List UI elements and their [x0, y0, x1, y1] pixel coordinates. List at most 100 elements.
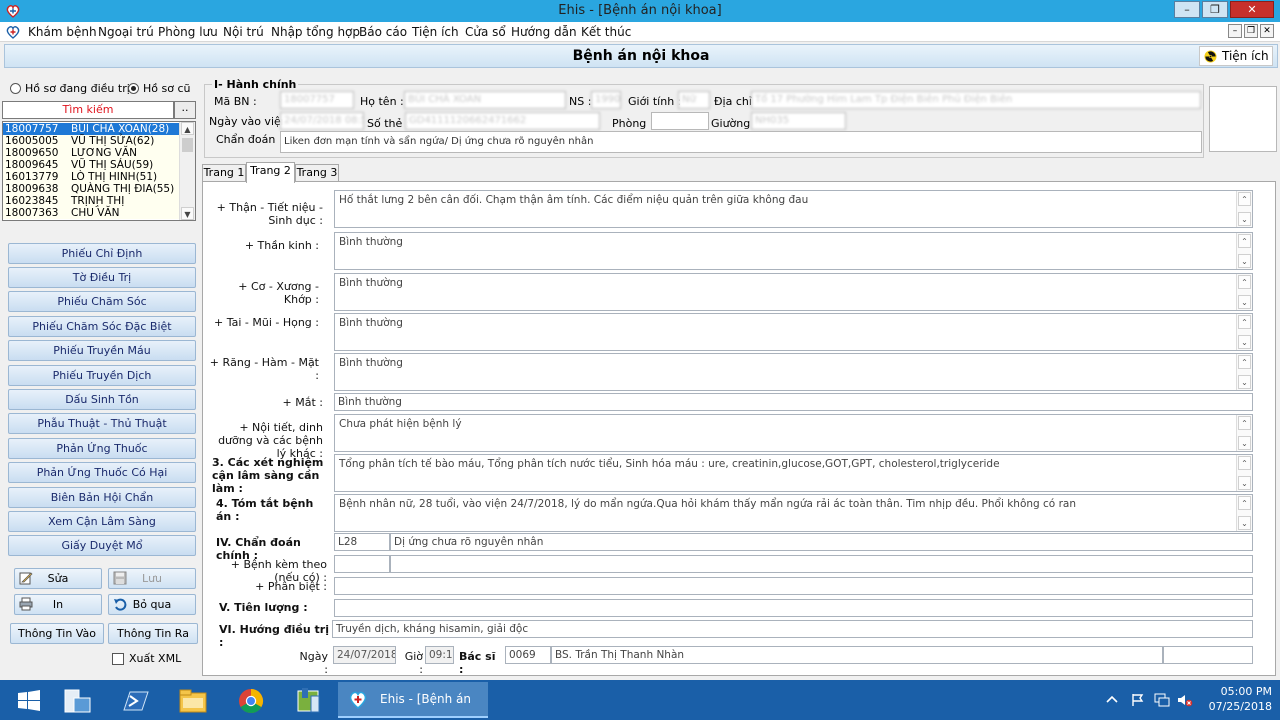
textarea-scrollbar[interactable]: ⌃ ⌄ — [1236, 191, 1252, 227]
menu-huong-dan[interactable]: Hướng dẫn — [511, 25, 577, 39]
chrome-icon[interactable] — [226, 684, 276, 718]
noi-tiet-textarea[interactable]: Chưa phát hiện bệnh lý ⌃ ⌄ — [334, 414, 1253, 452]
chan-doan-field[interactable]: Liken đơn mạn tính và sẩn ngứa/ Dị ứng c… — [280, 131, 1202, 153]
phan-biet-field[interactable] — [334, 577, 1253, 595]
tab-trang-1[interactable]: Trang 1 — [202, 164, 246, 182]
export-xml-checkbox[interactable]: Xuất XML — [112, 652, 181, 665]
ns-field[interactable]: 1990 — [591, 91, 621, 109]
menu-cua-so[interactable]: Cửa sổ — [465, 25, 506, 39]
search-button[interactable]: .. — [174, 101, 196, 119]
list-item[interactable]: 16005005 VŨ THỊ SỬA(62) — [3, 135, 179, 147]
menu-nhap-tong-hop[interactable]: Nhập tổng hợp — [271, 25, 360, 39]
bac-si-extra-field[interactable] — [1163, 646, 1253, 664]
volume-muted-icon[interactable] — [1177, 693, 1193, 707]
close-button[interactable]: ✕ — [1230, 1, 1274, 18]
list-item[interactable]: 18009638 QUÀNG THỊ ĐIA(55) — [3, 183, 179, 195]
app-tools-icon[interactable] — [284, 684, 334, 718]
menu-kham-benh[interactable]: Khám bệnh — [28, 25, 97, 39]
phieu-truyen-mau-button[interactable]: Phiếu Truyền Máu — [8, 340, 196, 361]
flag-icon[interactable] — [1130, 693, 1146, 707]
taskbar-ehis-app[interactable]: Ehis - [Bệnh án n... — [338, 682, 488, 718]
to-dieu-tri-button[interactable]: Tờ Điều Trị — [8, 267, 196, 288]
menu-bao-cao[interactable]: Báo cáo — [359, 25, 407, 39]
menu-tien-ich[interactable]: Tiện ích — [412, 25, 459, 39]
radio-button[interactable] — [10, 83, 21, 94]
restore-button[interactable]: ❐ — [1202, 1, 1228, 18]
benh-kem-code[interactable] — [334, 555, 390, 573]
search-input[interactable]: Tìm kiếm — [2, 101, 174, 119]
xet-nghiem-textarea[interactable]: Tổng phân tích tế bào máu, Tổng phân tíc… — [334, 454, 1253, 492]
bac-si-code[interactable]: 0069 — [505, 646, 551, 664]
co-xuong-textarea[interactable]: Bình thường ⌃ ⌄ — [334, 273, 1253, 311]
tom-tat-textarea[interactable]: Bệnh nhân nữ, 28 tuổi, vào viện 24/7/201… — [334, 494, 1253, 532]
network-icon[interactable] — [1154, 693, 1170, 707]
list-item[interactable]: 18009650LƯƠNG VĂN HỊA(37) — [3, 147, 179, 171]
rang-ham-textarea[interactable]: Bình thường ⌃ ⌄ — [334, 353, 1253, 391]
list-item[interactable]: 18007363 CHU VĂN CHUNG(42) — [3, 207, 179, 220]
phan-ung-thuoc-co-hai-button[interactable]: Phản Ứng Thuốc Có Hại — [8, 462, 196, 483]
tai-mui-textarea[interactable]: Bình thường ⌃ ⌄ — [334, 313, 1253, 351]
bien-ban-hoi-chan-button[interactable]: Biên Bản Hội Chẩn — [8, 487, 196, 508]
ngay-field[interactable]: 24/07/2018 — [333, 646, 396, 664]
huong-dieu-tri-field[interactable]: Truyền dịch, kháng hisamin, giải độc — [332, 620, 1253, 638]
list-item[interactable]: 16013779 LÒ THỊ HINH(51) — [3, 171, 179, 183]
giay-duyet-mo-button[interactable]: Giấy Duyệt Mổ — [8, 535, 196, 556]
info-out-button[interactable]: Thông Tin Ra — [108, 623, 198, 644]
textarea-scrollbar[interactable]: ⌃ ⌄ — [1236, 233, 1252, 269]
tab-trang-3[interactable]: Trang 3 — [295, 164, 339, 182]
list-item[interactable]: 18009645 VŨ THỊ SÁU(59) — [3, 159, 179, 171]
tien-luong-field[interactable] — [334, 599, 1253, 617]
textarea-scrollbar[interactable]: ⌃ ⌄ — [1236, 455, 1252, 491]
radio-old-records[interactable]: Hồ sơ cũ — [128, 82, 190, 95]
than-kinh-textarea[interactable]: Bình thường ⌃ ⌄ — [334, 232, 1253, 270]
mdi-minimize-button[interactable]: – — [1228, 24, 1242, 38]
heart-cross-icon[interactable] — [6, 25, 20, 39]
radio-button-checked[interactable] — [128, 83, 139, 94]
utility-button[interactable]: Tiện ích — [1199, 46, 1273, 66]
server-manager-icon[interactable] — [52, 684, 102, 718]
gioi-tinh-field[interactable]: Nữ — [678, 91, 710, 109]
list-scrollbar[interactable]: ▲ ▼ — [179, 122, 195, 220]
ngay-vao-vien-field[interactable]: 24/07/2018 08:50 — [280, 112, 364, 130]
menu-phong-luu[interactable]: Phòng lưu — [158, 25, 218, 39]
scroll-up-icon[interactable]: ▲ — [181, 122, 194, 135]
menu-ket-thuc[interactable]: Kết thúc — [581, 25, 631, 39]
powershell-icon[interactable] — [110, 684, 160, 718]
tab-trang-2[interactable]: Trang 2 — [246, 162, 295, 183]
giuong-field[interactable]: NH035 — [751, 112, 846, 130]
ho-ten-field[interactable]: BÙI CHÀ XOAN — [404, 91, 566, 109]
textarea-scrollbar[interactable]: ⌃ ⌄ — [1236, 274, 1252, 310]
textarea-scrollbar[interactable]: ⌃ ⌄ — [1236, 415, 1252, 451]
mdi-restore-button[interactable]: ❐ — [1244, 24, 1258, 38]
phong-field[interactable] — [651, 112, 709, 130]
menu-ngoai-tru[interactable]: Ngoại trú — [98, 25, 154, 39]
menu-noi-tru[interactable]: Nội trú — [223, 25, 264, 39]
checkbox[interactable] — [112, 652, 124, 665]
phau-thuat-button[interactable]: Phẫu Thuật - Thủ Thuật — [8, 413, 196, 434]
list-item[interactable]: 16023845TRỊNH THỊ HUYỀN(44) — [3, 195, 179, 219]
dia-chi-field[interactable]: Tổ 17 Phường Him Lam Tp Điện Biên Phủ Đi… — [751, 91, 1201, 109]
clock[interactable]: 05:00 PM 07/25/2018 — [1209, 684, 1272, 714]
info-in-button[interactable]: Thông Tin Vào — [10, 623, 104, 644]
phieu-truyen-dich-button[interactable]: Phiếu Truyền Dịch — [8, 365, 196, 386]
chan-doan-chinh-code[interactable]: L28 — [334, 533, 390, 551]
bac-si-field[interactable]: BS. Trần Thị Thanh Nhàn — [551, 646, 1163, 664]
phieu-chi-dinh-button[interactable]: Phiếu Chỉ Định — [8, 243, 196, 264]
chevron-up-icon[interactable] — [1104, 693, 1120, 707]
textarea-scrollbar[interactable]: ⌃ ⌄ — [1236, 495, 1252, 531]
benh-kem-field[interactable] — [390, 555, 1253, 573]
gio-field[interactable]: 09:10 — [425, 646, 454, 664]
chan-doan-chinh-field[interactable]: Dị ứng chưa rõ nguyên nhân — [390, 533, 1253, 551]
phieu-cham-soc-button[interactable]: Phiếu Chăm Sóc — [8, 291, 196, 312]
minimize-button[interactable]: – — [1174, 1, 1200, 18]
so-the-field[interactable]: GD4111120662471662 — [405, 112, 600, 130]
list-item[interactable]: 18007757 BÙI CHÀ XOAN(28) — [3, 123, 179, 135]
mdi-close-button[interactable]: ✕ — [1260, 24, 1274, 38]
patient-list[interactable]: 18007757 BÙI CHÀ XOAN(28) 16005005 VŨ THỊ … — [2, 121, 196, 221]
ma-bn-field[interactable]: 18007757 — [280, 91, 354, 109]
file-explorer-icon[interactable] — [168, 684, 218, 718]
save-button[interactable]: Lưu — [108, 568, 196, 589]
than-textarea[interactable]: Hố thắt lưng 2 bên cân đối. Chạm thận âm… — [334, 190, 1253, 228]
xem-can-lam-sang-button[interactable]: Xem Cận Lâm Sàng — [8, 511, 196, 532]
print-button[interactable]: In — [14, 594, 102, 615]
